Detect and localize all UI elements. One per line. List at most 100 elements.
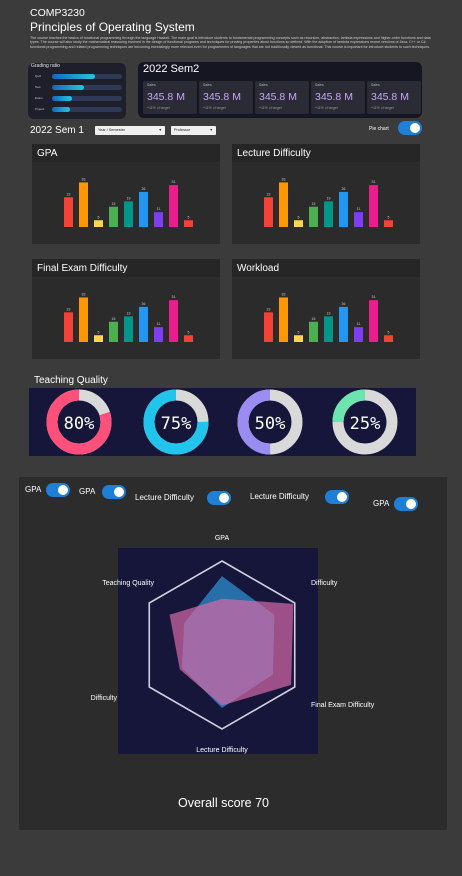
bar (64, 197, 73, 227)
lecture-difficulty-chart-title: Lecture Difficulty (237, 148, 311, 159)
donut-label: 80% (64, 414, 95, 434)
grading-bar-fill (52, 85, 84, 90)
grading-bar-row: Quiz (32, 73, 122, 80)
grading-bar-row: Exam (32, 95, 122, 102)
stat-value: 345.8 M (371, 91, 409, 103)
bar-value-label: 31 (172, 295, 176, 299)
grading-bar-track (52, 96, 122, 101)
lecture-difficulty-bar-chart: 22 33 5 15 19 26 11 31 5 (264, 177, 393, 227)
toggle-knob (410, 123, 420, 133)
radar-axis-label: Difficulty (91, 695, 118, 702)
stat-card: Sales 345.8 M +11% of target (255, 81, 309, 114)
bar (184, 220, 193, 227)
final-exam-chart-panel: Final Exam Difficulty 22 33 5 15 19 26 11 31 5 (32, 259, 220, 359)
bar (279, 182, 288, 227)
sem1-title: 2022 Sem 1 (30, 125, 84, 136)
bar-value-label: 5 (98, 215, 100, 219)
bar (384, 220, 393, 227)
bar (354, 212, 363, 227)
bar-value-label: 31 (172, 180, 176, 184)
bar (154, 327, 163, 342)
stat-card: Sales 345.8 M +11% of target (199, 81, 253, 114)
bar-value-label: 5 (388, 330, 390, 334)
bar-value-label: 5 (188, 330, 190, 334)
radar-axis-label: GPA (215, 535, 230, 542)
bar (384, 335, 393, 342)
course-code: COMP3230 (30, 7, 85, 19)
grading-bar-fill (52, 74, 96, 79)
bar (124, 201, 133, 227)
bar (369, 300, 378, 342)
bar (324, 316, 333, 342)
radar-panel: GPA GPA Lecture Difficulty Lecture Difficul… (19, 477, 447, 830)
grading-bar-row: Test (32, 84, 122, 91)
professor-dropdown[interactable]: Professor ▼ (171, 126, 216, 135)
stat-card: Sales 345.8 M +11% of target (311, 81, 365, 114)
bar (339, 191, 348, 227)
pie-chart-toggle[interactable] (398, 121, 422, 135)
bar (169, 185, 178, 227)
bar (124, 316, 133, 342)
bar-value-label: 11 (357, 207, 361, 211)
bar-value-label: 31 (372, 295, 376, 299)
bar-value-label: 5 (298, 215, 300, 219)
lecture-difficulty-chart-panel: Lecture Difficulty 22 33 5 15 19 26 11 31 5 (232, 144, 420, 244)
grading-bar-row: Project (32, 106, 122, 113)
donut-label: 75% (161, 414, 192, 434)
stat-sub: +11% of target (203, 106, 226, 110)
gpa-bar-chart: 22 33 5 15 19 26 11 31 5 (64, 177, 193, 227)
bar-value-label: 22 (67, 307, 71, 311)
stat-sub: +11% of target (147, 106, 170, 110)
bar (169, 300, 178, 342)
donut-label: 25% (350, 414, 381, 434)
bar-value-label: 22 (267, 307, 271, 311)
bar (264, 197, 273, 227)
bar (79, 297, 88, 342)
teaching-quality-donuts: 80% 75% 50% 25% (46, 389, 398, 455)
bar-value-label: 22 (267, 192, 271, 196)
grading-bar-fill (52, 96, 72, 101)
year-semester-dropdown[interactable]: Year / Semester ▼ (95, 126, 165, 135)
bar-value-label: 26 (142, 302, 146, 306)
stat-label: Sales (371, 83, 380, 87)
bar-value-label: 19 (127, 311, 131, 315)
bar (94, 335, 103, 342)
stat-sub: +11% of target (371, 106, 394, 110)
bar-value-label: 33 (82, 177, 86, 181)
bar-value-label: 5 (98, 330, 100, 334)
bar-value-label: 22 (67, 192, 71, 196)
course-description: The course teaches the basics of functio… (30, 36, 431, 49)
radar-axis-label: Lecture Difficulty (196, 747, 248, 754)
grading-ratio-title: Grading ratio (31, 63, 60, 69)
panel-header (32, 144, 220, 162)
radar-axis-label: Final Exam Difficulty (311, 702, 375, 709)
stat-sub: +11% of target (259, 106, 282, 110)
bar-value-label: 26 (342, 302, 346, 306)
teaching-quality-strip: 80% 75% 50% 25% (29, 388, 416, 456)
bar-value-label: 15 (312, 317, 316, 321)
stat-label: Sales (147, 83, 156, 87)
bar (139, 306, 148, 342)
bar (324, 201, 333, 227)
bar-value-label: 15 (312, 202, 316, 206)
bar (354, 327, 363, 342)
pie-chart-label: Pie chart (369, 126, 389, 132)
bar-value-label: 15 (112, 317, 116, 321)
year-semester-value: Year / Semester (98, 128, 126, 132)
chevron-down-icon: ▼ (209, 128, 213, 132)
workload-chart-panel: Workload 22 33 5 15 19 26 11 31 5 (232, 259, 420, 359)
stat-value: 345.8 M (203, 91, 241, 103)
bar-value-label: 19 (127, 196, 131, 200)
bar-value-label: 5 (388, 215, 390, 219)
bar-value-label: 15 (112, 202, 116, 206)
bar-value-label: 19 (327, 196, 331, 200)
grading-bar-fill (52, 107, 70, 112)
bar-value-label: 5 (298, 330, 300, 334)
bar-value-label: 26 (342, 187, 346, 191)
course-title: Principles of Operating System (30, 20, 195, 34)
stat-value: 345.8 M (147, 91, 185, 103)
workload-bar-chart: 22 33 5 15 19 26 11 31 5 (264, 292, 393, 342)
bar (264, 312, 273, 342)
grading-bar-track (52, 107, 122, 112)
stat-value: 345.8 M (315, 91, 353, 103)
